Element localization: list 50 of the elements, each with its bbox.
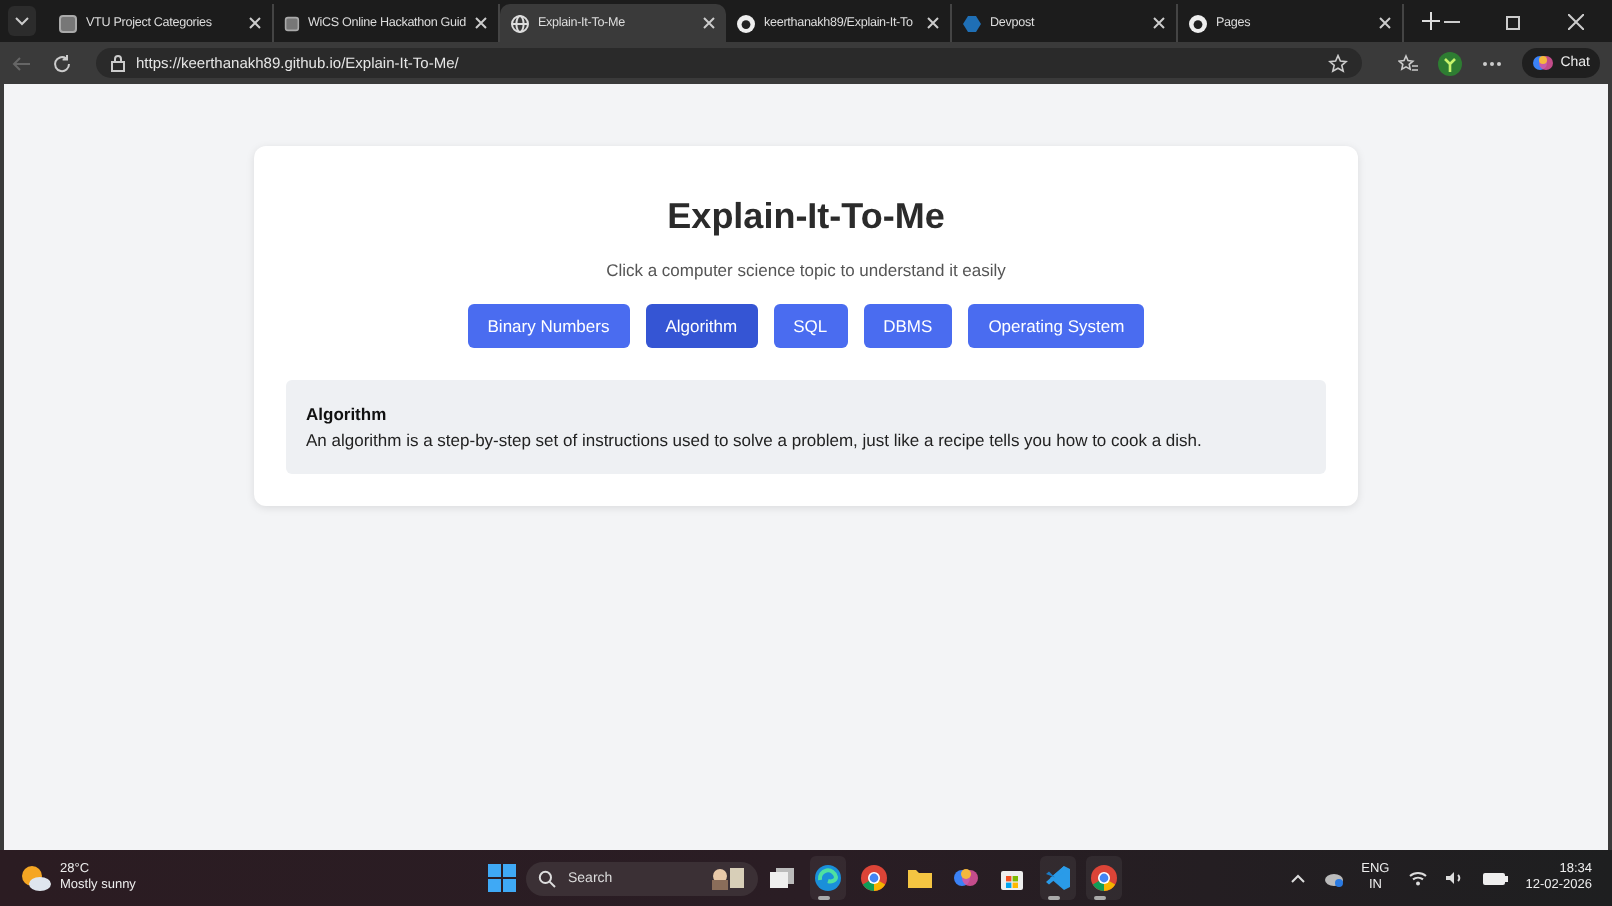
chrome-icon[interactable] bbox=[1090, 864, 1118, 892]
wifi-icon[interactable] bbox=[1407, 870, 1428, 886]
restore-icon[interactable] bbox=[1506, 13, 1522, 29]
hexagon-icon bbox=[962, 13, 982, 33]
battery-icon[interactable] bbox=[1481, 871, 1508, 885]
taskbar-button[interactable] bbox=[1040, 856, 1076, 900]
chevron-down-icon bbox=[14, 16, 30, 26]
folder-icon[interactable] bbox=[906, 864, 934, 892]
topic-button[interactable]: Algorithm bbox=[645, 304, 758, 348]
tab-actions-button[interactable] bbox=[8, 6, 36, 36]
close-icon[interactable] bbox=[926, 16, 940, 30]
cloud-icon[interactable] bbox=[1323, 868, 1344, 888]
close-icon[interactable] bbox=[702, 16, 716, 30]
page-icon bbox=[284, 13, 300, 33]
start-icon[interactable] bbox=[488, 864, 516, 892]
chrome-icon[interactable] bbox=[860, 864, 888, 892]
globe-icon bbox=[510, 13, 530, 33]
search-icon bbox=[538, 869, 556, 887]
topic-button[interactable]: Operating System bbox=[968, 304, 1145, 348]
refresh-icon[interactable] bbox=[52, 53, 72, 73]
code-editor-icon[interactable] bbox=[1044, 864, 1072, 892]
copilot-icon bbox=[1532, 52, 1555, 74]
speaker-icon[interactable] bbox=[1445, 870, 1464, 886]
close-icon[interactable] bbox=[1152, 16, 1166, 30]
topic-button[interactable]: DBMS bbox=[863, 304, 953, 348]
sun-cloud-icon[interactable] bbox=[20, 864, 52, 892]
topic-button[interactable]: SQL bbox=[773, 304, 848, 348]
chevron-up-icon[interactable] bbox=[1289, 872, 1306, 884]
more-icon[interactable] bbox=[1482, 59, 1503, 67]
favorites-icon[interactable] bbox=[1398, 53, 1419, 73]
taskbar-button[interactable] bbox=[1086, 856, 1122, 900]
highlight-drawing bbox=[710, 866, 746, 890]
topic-button[interactable]: Binary Numbers bbox=[467, 304, 630, 348]
star-icon[interactable] bbox=[1328, 53, 1349, 73]
plant-icon[interactable] bbox=[1438, 51, 1463, 75]
explanation-heading: Algorithm bbox=[306, 404, 389, 424]
close-icon[interactable] bbox=[1378, 16, 1392, 30]
page-title: Explain-It-To-Me bbox=[667, 196, 945, 238]
task-view-icon[interactable] bbox=[768, 864, 796, 892]
taskbar-button[interactable] bbox=[810, 856, 846, 900]
close-icon[interactable] bbox=[474, 16, 488, 30]
copilot-icon[interactable] bbox=[952, 864, 980, 892]
swirl-icon[interactable] bbox=[814, 864, 842, 892]
close-icon[interactable] bbox=[248, 16, 262, 30]
explanation-text: An algorithm is a step-by-step set of instructions used to solve a problem, just like a recipe tells you how to cook a dish. bbox=[306, 430, 1204, 450]
subtitle: Click a computer science topic to understand it easily bbox=[606, 260, 1006, 280]
close-icon[interactable] bbox=[1568, 13, 1584, 29]
new-tab-icon[interactable] bbox=[1422, 12, 1440, 30]
page-icon bbox=[58, 13, 78, 33]
lock-icon bbox=[110, 54, 126, 72]
